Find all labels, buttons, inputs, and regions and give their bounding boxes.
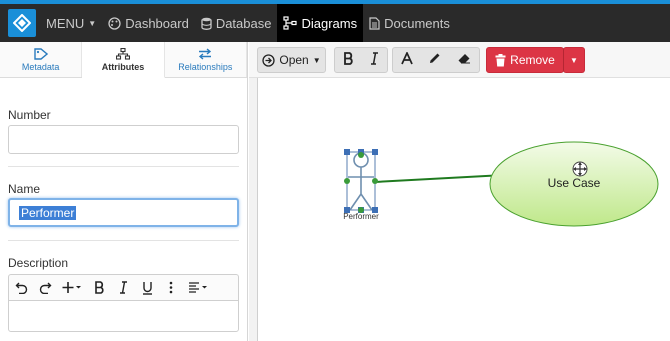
properties-tabs: Metadata Attributes Relationships <box>0 42 247 78</box>
diamond-logo-icon <box>13 14 31 32</box>
tab-metadata[interactable]: Metadata <box>0 42 83 77</box>
bold-button[interactable] <box>343 52 354 68</box>
remove-dropdown-toggle[interactable]: ▼ <box>563 47 585 73</box>
actor-shape[interactable] <box>348 152 374 211</box>
bold-icon <box>94 281 104 294</box>
italic-icon <box>119 281 127 294</box>
tab-relationships[interactable]: Relationships <box>165 42 247 77</box>
nav-diagrams-label: Diagrams <box>301 15 358 31</box>
tab-attributes[interactable]: Attributes <box>82 42 165 78</box>
nav-dashboard[interactable]: Dashboard <box>102 4 195 42</box>
properties-panel: Metadata Attributes Relationships Number… <box>0 42 248 341</box>
nav-diagrams[interactable]: Diagrams <box>277 4 364 42</box>
insert-dropdown-button[interactable] <box>57 276 87 300</box>
bold-icon <box>344 52 353 65</box>
arrow-circle-right-icon <box>262 53 276 67</box>
redo-icon <box>39 282 51 294</box>
actor-label: Performer <box>343 212 379 221</box>
caret-down-icon: ▼ <box>88 18 97 28</box>
divider <box>8 166 239 167</box>
number-field[interactable] <box>8 125 239 154</box>
caret-down-icon: ▼ <box>312 55 321 65</box>
nav-database-label: Database <box>215 15 272 31</box>
move-cursor-icon <box>572 161 588 177</box>
underline-button[interactable] <box>135 276 159 300</box>
nav-database[interactable]: Database <box>195 4 278 42</box>
pencil-button[interactable] <box>428 52 441 68</box>
italic-button[interactable] <box>111 276 135 300</box>
nav-documents-label: Documents <box>384 15 450 31</box>
bold-button[interactable] <box>87 276 111 300</box>
eraser-button[interactable] <box>457 52 471 68</box>
align-dropdown-button[interactable] <box>183 276 213 300</box>
top-navbar: MENU ▼ Dashboard Database Diagrams Docum… <box>0 0 670 42</box>
name-label: Name <box>8 182 41 196</box>
nav-documents[interactable]: Documents <box>363 4 456 42</box>
name-field-value: Performer <box>19 206 77 220</box>
remove-button[interactable]: Remove <box>486 47 564 73</box>
undo-button[interactable] <box>9 276 33 300</box>
eraser-icon <box>458 54 471 64</box>
remove-label: Remove <box>510 53 555 67</box>
arrows-icon <box>199 47 212 60</box>
description-editor-toolbar <box>8 274 239 300</box>
number-label: Number <box>8 108 51 122</box>
trash-icon <box>495 53 506 66</box>
document-icon <box>369 16 380 30</box>
sitemap-icon <box>115 47 130 60</box>
more-options-button[interactable] <box>159 276 183 300</box>
italic-button[interactable] <box>370 52 379 68</box>
diagram-svg: Use Case Performer <box>343 141 659 227</box>
italic-icon <box>371 52 378 65</box>
format-group <box>392 47 480 73</box>
align-left-icon <box>189 282 207 293</box>
description-editor[interactable] <box>8 300 239 332</box>
divider <box>8 240 239 241</box>
menu-dropdown[interactable]: MENU ▼ <box>40 4 102 42</box>
undo-icon <box>15 282 27 294</box>
app-logo[interactable] <box>8 9 36 37</box>
tab-relationships-label: Relationships <box>178 61 233 72</box>
redo-button[interactable] <box>33 276 57 300</box>
diagram-canvas[interactable]: Use Case Performer <box>257 78 670 341</box>
palette-icon <box>108 16 121 30</box>
diagram-icon <box>283 16 298 30</box>
font-icon <box>401 50 413 65</box>
plus-icon <box>62 282 81 293</box>
canvas-gutter <box>249 78 257 341</box>
pencil-icon <box>430 53 440 63</box>
diagram-toolbar: Open ▼ Remove ▼ <box>249 42 670 78</box>
text-style-group <box>334 47 388 73</box>
name-field[interactable]: Performer <box>8 198 239 227</box>
tab-attributes-label: Attributes <box>101 61 145 72</box>
nav-dashboard-label: Dashboard <box>125 15 189 31</box>
use-case-label: Use Case <box>548 176 601 190</box>
caret-down-icon: ▼ <box>570 55 578 65</box>
open-label: Open <box>279 53 309 67</box>
open-dropdown-button[interactable]: Open ▼ <box>257 47 326 73</box>
database-icon <box>201 17 212 30</box>
menu-label: MENU <box>46 15 85 31</box>
tag-icon <box>33 47 48 60</box>
description-label: Description <box>8 256 69 270</box>
underline-icon <box>142 281 152 295</box>
vertical-dots-icon <box>169 281 173 294</box>
tab-metadata-label: Metadata <box>21 61 60 72</box>
font-color-button[interactable] <box>401 50 413 68</box>
